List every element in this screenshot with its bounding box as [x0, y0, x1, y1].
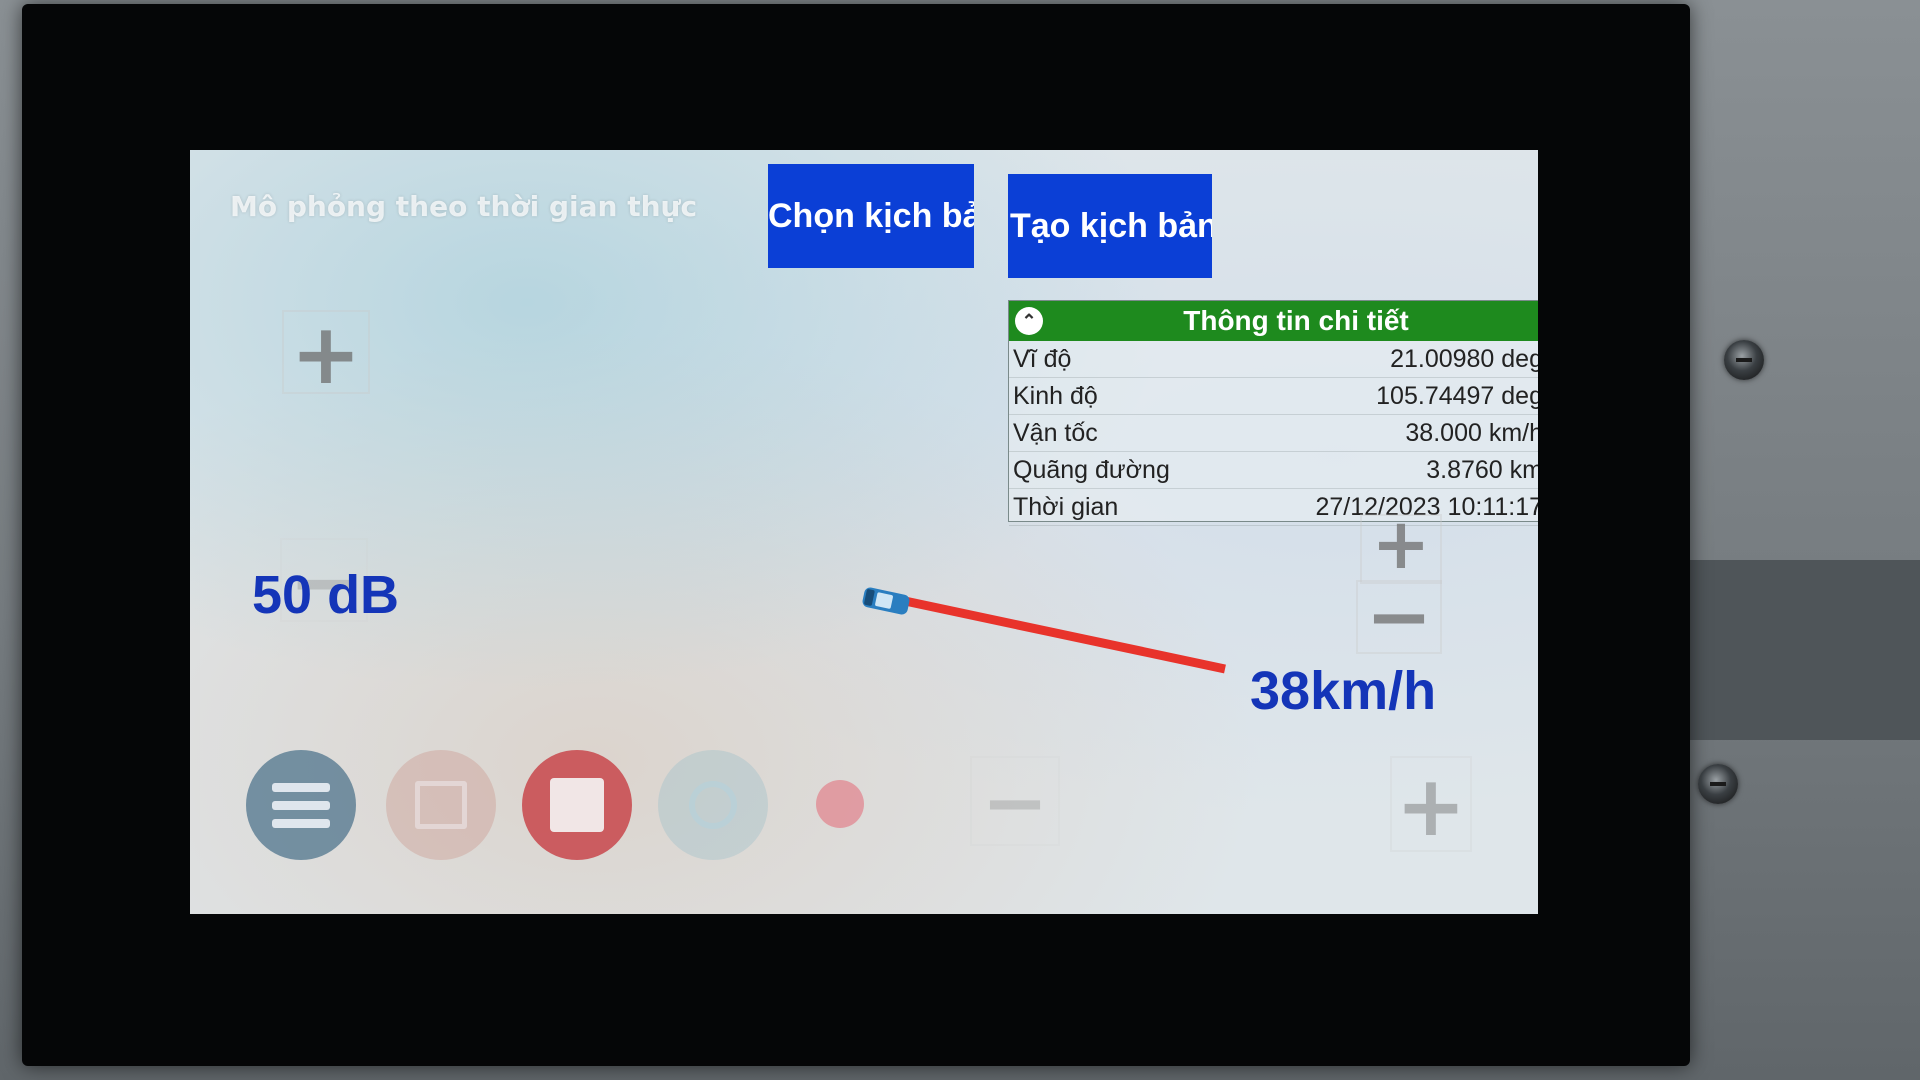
detail-row-speed: Vận tốc 38.000 km/h: [1009, 415, 1538, 452]
detail-panel-title: Thông tin chi tiết: [1183, 305, 1409, 336]
detail-panel-header[interactable]: ⌃ Thông tin chi tiết: [1009, 301, 1538, 341]
detail-row-latitude: Vĩ độ 21.00980 deg: [1009, 341, 1538, 378]
row-label: Kinh độ: [1013, 381, 1098, 410]
save-icon: [415, 781, 467, 829]
row-label: Vận tốc: [1013, 418, 1098, 447]
touch-screen: Mô phỏng theo thời gian thực Chọn kịch b…: [190, 150, 1538, 914]
refresh-button[interactable]: [658, 750, 768, 860]
chevron-up-icon[interactable]: ⌃: [1015, 307, 1043, 335]
detail-row-time: Thời gian 27/12/2023 10:11:17: [1009, 489, 1538, 526]
row-value: 105.74497 deg: [1376, 381, 1538, 410]
speed-readout: 38km/h: [1250, 661, 1437, 721]
record-icon[interactable]: [816, 780, 864, 828]
refresh-icon: [689, 781, 737, 829]
volume-decrease-button[interactable]: −: [970, 756, 1060, 848]
route-line: [904, 596, 1226, 674]
speed-decrease-button[interactable]: −: [1356, 577, 1442, 657]
volume-increase-button[interactable]: +: [1390, 756, 1472, 854]
detail-panel: ⌃ Thông tin chi tiết Vĩ độ 21.00980 deg …: [1008, 300, 1538, 526]
scenario-list-button[interactable]: [246, 750, 356, 860]
playback-toolbar: [246, 750, 946, 860]
screw: [1724, 340, 1764, 380]
stop-icon: [550, 778, 604, 832]
row-label: Quãng đường: [1013, 455, 1170, 484]
row-label: Thời gian: [1013, 492, 1119, 521]
row-value: 38.000 km/h: [1405, 418, 1538, 447]
detail-row-longitude: Kinh độ 105.74497 deg: [1009, 378, 1538, 415]
detail-row-distance: Quãng đường 3.8760 km: [1009, 452, 1538, 489]
row-value: 3.8760 km: [1426, 455, 1538, 484]
monitor-bezel: Mô phỏng theo thời gian thực Chọn kịch b…: [22, 4, 1690, 1066]
save-button[interactable]: [386, 750, 496, 860]
car-icon: [862, 587, 910, 615]
row-label: Vĩ độ: [1013, 344, 1072, 373]
row-value: 21.00980 deg: [1390, 344, 1538, 373]
screw: [1698, 764, 1738, 804]
stop-button[interactable]: [522, 750, 632, 860]
list-icon: [272, 774, 330, 837]
